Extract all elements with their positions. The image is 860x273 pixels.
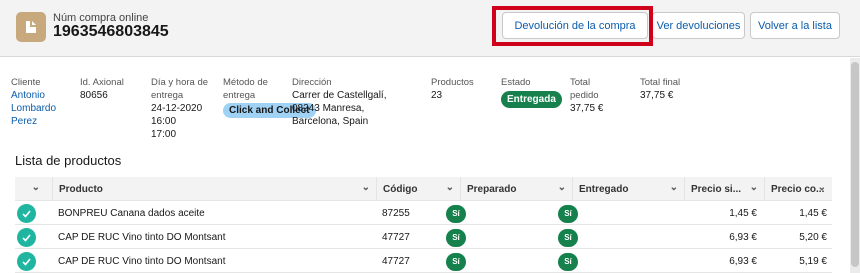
cell-entregado: Sí (558, 250, 618, 273)
entregado-badge: Sí (558, 228, 578, 247)
chevron-down-icon[interactable]: ⌄ (32, 182, 40, 193)
field-value: 17:00 (151, 129, 177, 140)
col-preparado[interactable]: Preparado ⌄ (460, 177, 572, 201)
highlight-annotation (492, 6, 653, 46)
table-row[interactable]: CAP DE RUC Vino tinto DO Montsant 47727 … (15, 250, 832, 273)
field-value: Carrer de Castellgalí, (292, 90, 387, 101)
table-header: ⌄ Producto ⌄ Código ⌄ Preparado ⌄ Entreg… (15, 177, 832, 201)
field-value: 80656 (80, 90, 108, 101)
cell-preparado: Sí (446, 226, 506, 249)
field-label: Dirección (292, 77, 332, 88)
field-value: Barcelona, Spain (292, 116, 369, 127)
cell-producto: CAP DE RUC Vino tinto DO Montsant (58, 232, 226, 243)
record-title: 1963546803845 (53, 23, 169, 40)
field-label: Estado (501, 77, 531, 88)
field-label: Id. Axional (80, 77, 124, 88)
column-label: Código (383, 183, 418, 195)
field-label: Día y hora de (151, 77, 209, 88)
col-precio-si[interactable]: Precio si... ⌄ (684, 177, 764, 201)
ver-devoluciones-button[interactable]: Ver devoluciones (652, 12, 745, 39)
row-check-cell[interactable] (17, 250, 47, 273)
cell-producto: BONPREU Canana dados aceite (58, 208, 205, 219)
table-row[interactable]: BONPREU Canana dados aceite 87255 Sí Sí … (15, 202, 832, 225)
field-id-axional: Id. Axional 80656 (80, 76, 124, 102)
cell-producto: CAP DE RUC Vino tinto DO Montsant (58, 256, 226, 267)
cell-entregado: Sí (558, 202, 618, 225)
cell-precio-co: 5,19 € (799, 256, 827, 267)
chevron-down-icon[interactable]: ⌄ (750, 182, 758, 193)
order-icon (16, 12, 46, 42)
field-direccion: Dirección Carrer de Castellgalí, 08243 M… (292, 76, 386, 128)
estado-badge: Entregada (501, 91, 562, 108)
field-value: 24-12-2020 (151, 103, 203, 114)
field-estado: Estado Entregada (501, 76, 562, 108)
field-value: 16:00 (151, 116, 177, 127)
preparado-badge: Sí (446, 204, 466, 223)
column-label: Producto (59, 183, 103, 195)
volver-lista-button[interactable]: Volver a la lista (750, 12, 840, 39)
field-label: Cliente (11, 77, 41, 88)
cell-precio-si: 6,93 € (729, 256, 757, 267)
cell-precio-co: 5,20 € (799, 232, 827, 243)
products-section-title: Lista de productos (15, 153, 122, 168)
chevron-down-icon[interactable]: ⌄ (362, 182, 370, 193)
field-productos: Productos 23 (431, 76, 474, 102)
record-header: Núm compra online 1963546803845 Devoluci… (0, 0, 860, 57)
chevron-down-icon[interactable]: ⌄ (446, 182, 454, 193)
column-label: Entregado (579, 183, 629, 195)
chevron-down-icon[interactable]: ⌄ (558, 182, 566, 193)
field-label: Total final (640, 77, 681, 88)
select-all-column[interactable]: ⌄ (15, 177, 52, 201)
field-cliente: Cliente Antonio Lombardo Perez (11, 76, 56, 128)
cell-entregado: Sí (558, 226, 618, 249)
cliente-line[interactable]: Lombardo (11, 102, 56, 115)
col-entregado[interactable]: Entregado ⌄ (572, 177, 684, 201)
field-value: 08243 Manresa, (292, 103, 365, 114)
table-row[interactable]: CAP DE RUC Vino tinto DO Montsant 47727 … (15, 226, 832, 249)
row-check-cell[interactable] (17, 226, 47, 249)
chevron-down-icon[interactable]: ⌄ (670, 182, 678, 193)
field-label: Método de (223, 77, 268, 88)
field-label: Total (570, 77, 591, 88)
check-icon[interactable] (17, 204, 36, 223)
field-metodo-entrega: Método de entrega (223, 76, 268, 102)
field-value: 23 (431, 90, 443, 101)
column-label: Precio si... (691, 183, 742, 195)
cell-preparado: Sí (446, 250, 506, 273)
row-check-cell[interactable] (17, 202, 47, 225)
cliente-line[interactable]: Perez (11, 115, 56, 128)
cell-precio-si: 6,93 € (729, 232, 757, 243)
field-total-pedido: Total pedido 37,75 € (570, 76, 603, 115)
cliente-link[interactable]: Antonio Lombardo Perez (11, 89, 56, 128)
cell-precio-co: 1,45 € (799, 208, 827, 219)
col-codigo[interactable]: Código ⌄ (376, 177, 460, 201)
field-label: Productos (431, 77, 474, 88)
chevron-down-icon[interactable]: ⌄ (818, 182, 826, 193)
column-label: Precio co... (771, 183, 825, 195)
field-label: pedido (570, 90, 599, 101)
cell-preparado: Sí (446, 202, 506, 225)
field-label: entrega (151, 90, 184, 101)
cell-precio-si: 1,45 € (729, 208, 757, 219)
check-icon[interactable] (17, 228, 36, 247)
check-icon[interactable] (17, 252, 36, 271)
field-dia-hora: Día y hora de entrega 24-12-2020 16:00 1… (151, 76, 208, 141)
entregado-badge: Sí (558, 252, 578, 271)
cliente-line[interactable]: Antonio (11, 89, 56, 102)
col-precio-co[interactable]: Precio co... ⌄ (764, 177, 832, 201)
scrollbar-thumb[interactable] (851, 62, 859, 267)
col-producto[interactable]: Producto ⌄ (52, 177, 376, 201)
preparado-badge: Sí (446, 252, 466, 271)
column-label: Preparado (467, 183, 517, 195)
field-value: 37,75 € (640, 90, 674, 101)
field-value: 37,75 € (570, 103, 604, 114)
field-total-final: Total final 37,75 € (640, 76, 680, 102)
preparado-badge: Sí (446, 228, 466, 247)
entregado-badge: Sí (558, 204, 578, 223)
